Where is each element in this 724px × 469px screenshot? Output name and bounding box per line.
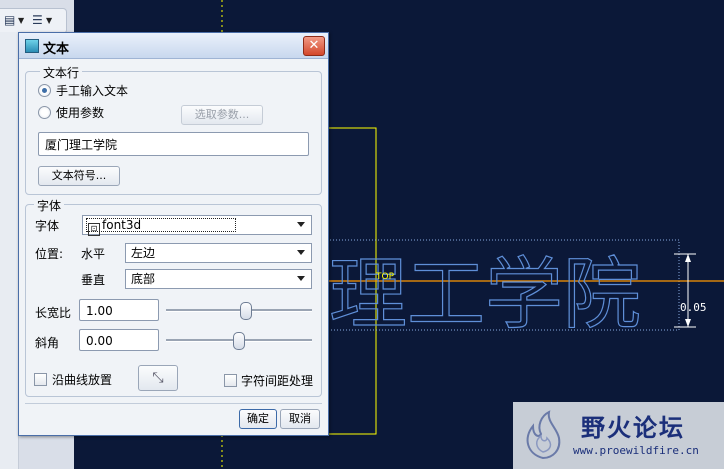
close-button[interactable]: ✕ [303,36,325,56]
vertical-value: 底部 [131,272,156,286]
manual-input-label: 手工输入文本 [56,84,129,98]
aspect-ratio-slider[interactable] [166,300,312,320]
top-label: TOP [375,272,395,282]
horizontal-value: 左边 [131,246,156,260]
font-legend: 字体 [34,197,65,214]
side-strip [0,32,19,469]
model-tree-icon[interactable]: ▤ [4,13,15,27]
chevron-down-icon [297,250,305,255]
cancel-button[interactable]: 取消 [280,409,320,429]
watermark-url: www.proewildfire.cn [573,444,699,457]
watermark-logo: 野火论坛 www.proewildfire.cn [513,402,724,469]
manual-input-radio[interactable] [38,84,51,97]
flip-arrow-icon: ⤡ [152,370,164,386]
char-spacing-checkbox[interactable] [224,374,237,387]
slider-thumb[interactable] [233,332,245,350]
horizontal-label: 水平 [81,247,106,261]
flame-logo-icon [526,410,561,460]
use-parameter-radio[interactable] [38,106,51,119]
text-dialog: 文本 ✕ 文本行 手工输入文本 使用参数 选取参数... 厦门理工学院 文本符号… [18,32,329,436]
ok-button[interactable]: 确定 [239,409,277,429]
aspect-ratio-input[interactable]: 1.00 [79,299,159,321]
horizontal-select[interactable]: 左边 [125,243,312,263]
text-line-group: 文本行 手工输入文本 使用参数 选取参数... 厦门理工学院 文本符号... [25,64,322,195]
text-line-legend: 文本行 [40,64,83,81]
dimension-value: 0.05 [680,301,707,314]
place-on-curve-label: 沿曲线放置 [52,373,113,387]
position-label: 位置: [35,247,64,261]
list-icon[interactable]: ☰ [32,13,43,27]
dialog-title: 文本 [43,42,70,57]
chevron-down-icon[interactable]: ▼ [18,16,24,25]
dimension-arrow-top [685,254,691,262]
slider-thumb[interactable] [240,302,252,320]
slant-angle-input[interactable]: 0.00 [79,329,159,351]
font-label: 字体 [35,219,60,233]
flip-direction-button[interactable]: ⤡ [138,365,178,391]
watermark-name: 野火论坛 [581,414,685,442]
select-parameter-button[interactable]: 选取参数... [181,105,263,125]
vertical-select[interactable]: 底部 [125,269,312,289]
slant-angle-slider[interactable] [166,330,312,350]
chevron-down-icon [297,276,305,281]
chevron-down-icon[interactable]: ▼ [46,16,52,25]
dialog-app-icon [25,39,39,53]
place-on-curve-checkbox[interactable] [34,373,47,386]
text-input[interactable]: 厦门理工学院 [38,132,309,156]
separator [25,403,322,404]
vertical-label: 垂直 [81,273,106,287]
toolbar: ▤ ▼ ☰ ▼ [0,8,67,34]
font-select[interactable]: ⊡ font3d [82,215,312,236]
chevron-down-icon [297,222,305,227]
font-group: 字体 字体 ⊡ font3d 位置: 水平 左边 垂直 底部 长宽比 1.00 斜… [25,197,322,397]
dialog-titlebar[interactable]: 文本 ✕ [19,33,328,59]
aspect-ratio-label: 长宽比 [35,306,72,320]
char-spacing-label: 字符间距处理 [241,374,314,388]
use-parameter-label: 使用参数 [56,106,105,120]
focus-outline [86,218,236,232]
outline-text: 理工学院 [329,250,641,340]
text-symbol-button[interactable]: 文本符号... [38,166,120,186]
slant-angle-label: 斜角 [35,336,60,350]
slider-track [166,309,312,312]
dimension-arrow-bottom [685,319,691,327]
